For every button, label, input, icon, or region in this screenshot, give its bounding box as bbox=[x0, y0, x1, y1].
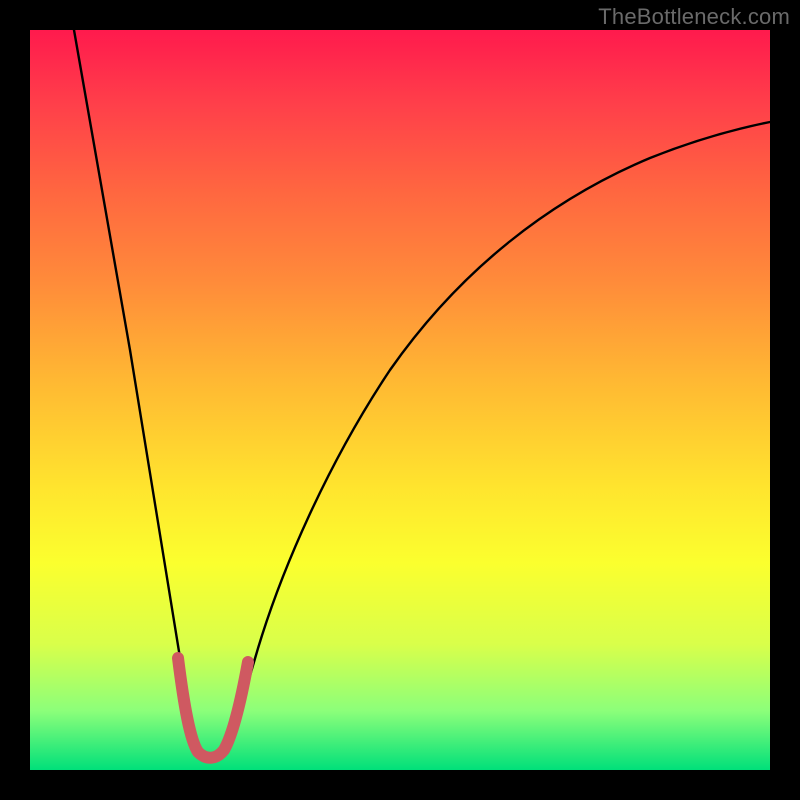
watermark-text: TheBottleneck.com bbox=[598, 4, 790, 30]
curve-layer bbox=[30, 30, 770, 770]
bottleneck-curve-path bbox=[74, 30, 770, 755]
bottom-highlight-path bbox=[178, 658, 248, 758]
chart-frame: TheBottleneck.com bbox=[0, 0, 800, 800]
plot-area bbox=[30, 30, 770, 770]
